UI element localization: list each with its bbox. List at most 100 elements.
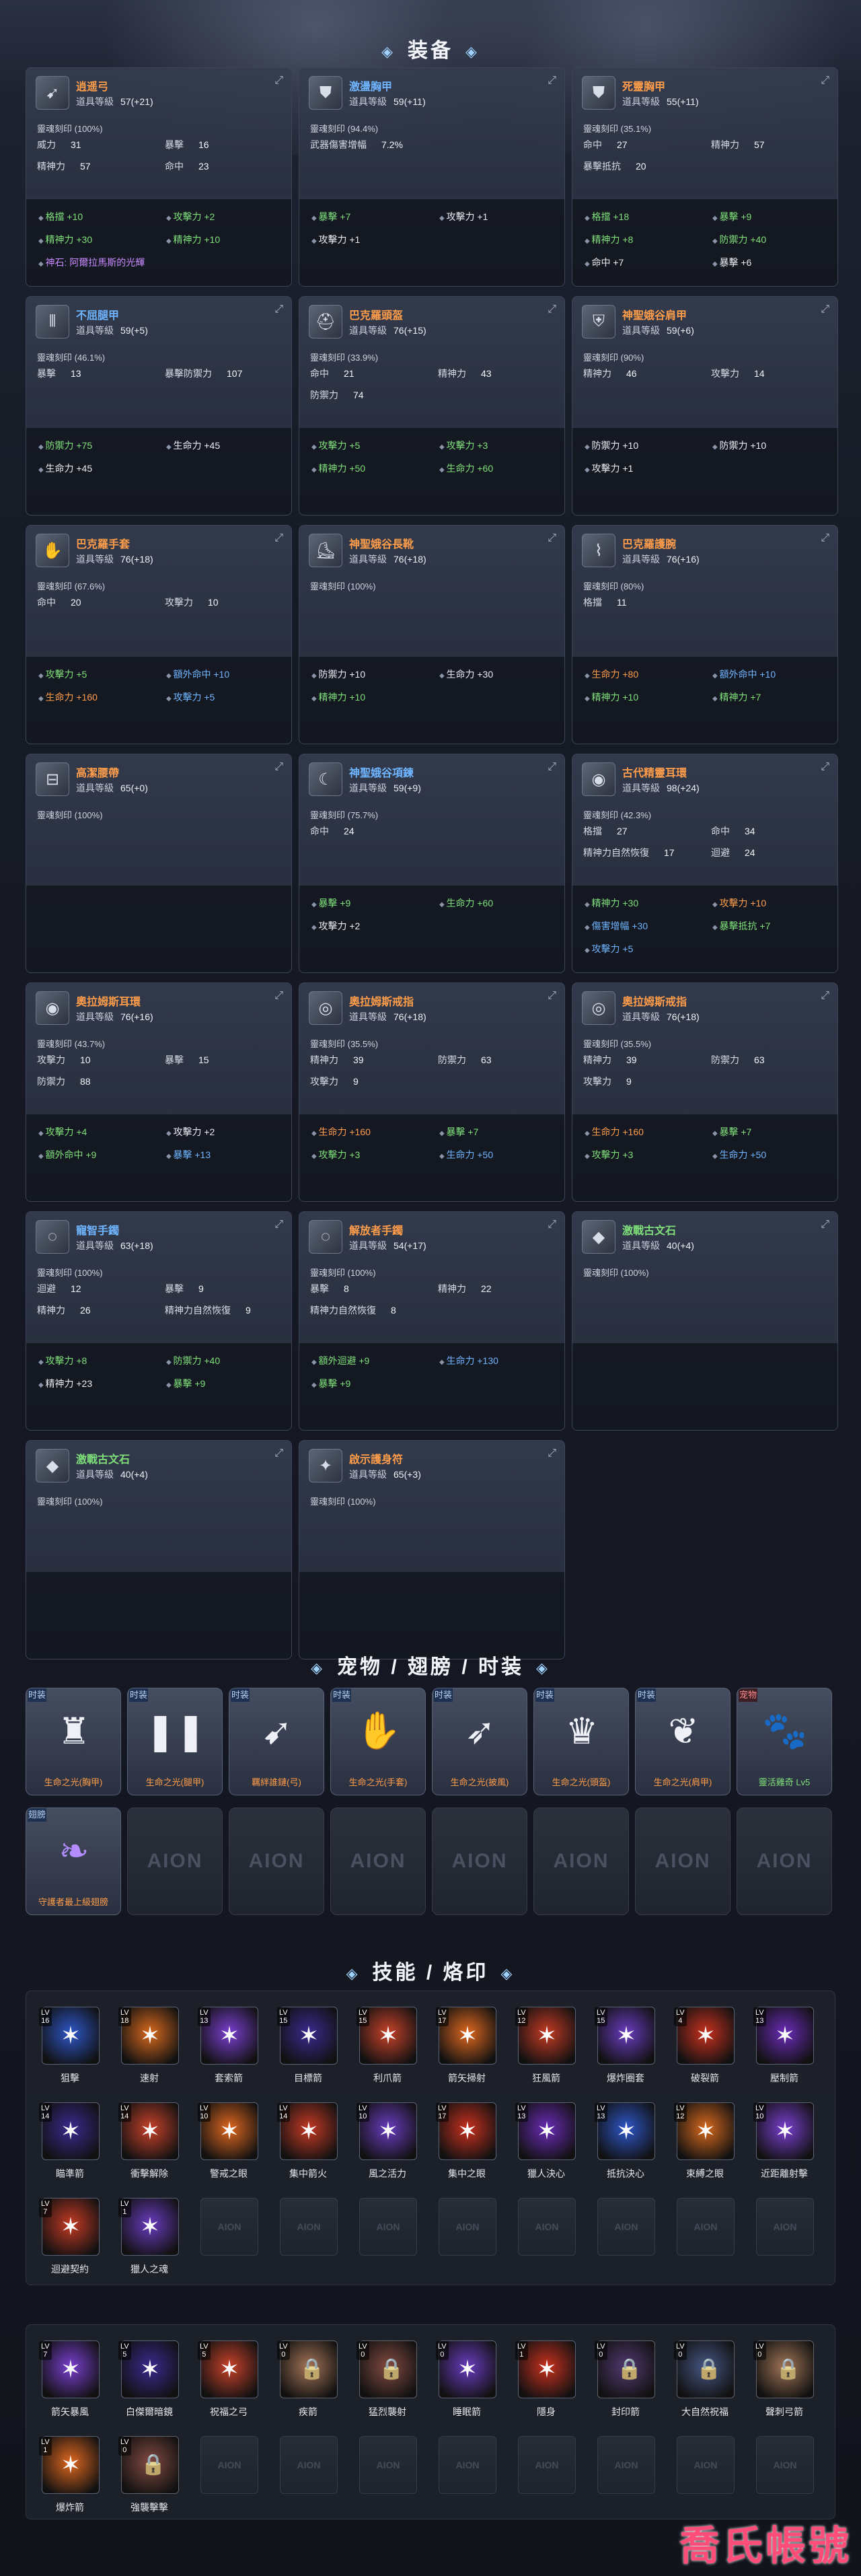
stat-value: 43 — [481, 368, 492, 379]
appearance-item[interactable]: ➹ 时装 羈絆誰鏈(弓) — [229, 1688, 324, 1795]
skill-slot[interactable]: ✶ LV 5 白傑爾暗鏡 — [117, 2340, 182, 2435]
appearance-item[interactable]: ♛ 时装 生命之光(頭盔) — [533, 1688, 629, 1795]
expand-icon[interactable]: ⤢ — [274, 1447, 283, 1460]
skill-slot[interactable]: ✶ LV 7 迴避契約 — [38, 2198, 102, 2292]
skill-slot[interactable]: ✶ LV 15 爆炸圈套 — [593, 2007, 658, 2101]
skill-slot[interactable]: ✶ LV 14 集中箭火 — [276, 2102, 340, 2196]
skill-slot[interactable]: ✶ LV 12 狂風箭 — [514, 2007, 578, 2101]
item-level-value: 59(+6) — [667, 325, 694, 336]
appearance-item[interactable]: ➶ 时装 生命之光(披風) — [432, 1688, 527, 1795]
skill-slot[interactable]: ✶ LV 10 風之活力 — [355, 2102, 420, 2196]
equipment-card[interactable]: ➹ 逍遥弓 道具等級 57(+21) ⤢ 靈魂刻印 (100%) 威力 31 暴擊 16 精神力 57… — [26, 67, 292, 287]
skill-level: LV 1 — [515, 2341, 528, 2360]
expand-icon[interactable]: ⤢ — [821, 990, 829, 1002]
skill-slot[interactable]: ✶ LV 13 獵人決心 — [514, 2102, 578, 2196]
skill-slot[interactable]: ✶ LV 13 套索箭 — [196, 2007, 261, 2101]
equipment-card[interactable]: ⛊ 激盪胸甲道具等級 59(+11) ⤢ 靈魂刻印 (94.4%) 武器傷害增幅 7.2% 暴… — [299, 67, 565, 287]
skill-slot[interactable]: ✶ LV 17 集中之眼 — [435, 2102, 499, 2196]
skill-slot[interactable]: ✶ LV 5 祝福之弓 — [196, 2340, 261, 2435]
expand-icon[interactable]: ⤢ — [548, 1219, 556, 1231]
skill-slot[interactable]: 🔒 LV 0 聲刺弓箭 — [752, 2340, 817, 2435]
equipment-card[interactable]: ◆ 激戰古文石 道具等級 40(+4) ⤢ 靈魂刻印 (100%) — [572, 1211, 838, 1431]
skill-slot[interactable]: ✶ LV 14 衝擊解除 — [117, 2102, 182, 2196]
bonus-stat: 額外迴避 +9 — [311, 1354, 439, 1367]
skill-slot[interactable]: ✶ LV 1 獵人之魂 — [117, 2198, 182, 2292]
skill-slot[interactable]: ✶ LV 10 近距離射擊 — [752, 2102, 817, 2196]
appearance-item[interactable]: ❦ 时装 生命之光(肩甲) — [635, 1688, 731, 1795]
stat-name: 命中 — [583, 139, 602, 150]
expand-icon[interactable]: ⤢ — [548, 303, 556, 316]
skill-slot[interactable]: ✶ LV 15 目標箭 — [276, 2007, 340, 2101]
equipment-card[interactable]: ⛑ 巴克羅頭盔 道具等級 76(+15) ⤢ 靈魂刻印 (33.9%) 命中 21 精神力 43 防… — [299, 296, 565, 515]
stat-name: 防禦力 — [438, 1054, 466, 1065]
lock-icon: 🔒 — [299, 2358, 325, 2380]
skill-slot[interactable]: ✶ LV 0 睡眠箭 — [435, 2340, 499, 2435]
appearance-item[interactable]: ♜ 时装 生命之光(胸甲) — [26, 1688, 121, 1795]
expand-icon[interactable]: ⤢ — [548, 532, 556, 544]
skill-slot[interactable]: ✶ LV 1 爆炸箭 — [38, 2436, 102, 2530]
expand-icon[interactable]: ⤢ — [548, 75, 556, 87]
expand-icon[interactable]: ⤢ — [274, 990, 283, 1002]
skill-slot[interactable]: ✶ LV 10 警戒之眼 — [196, 2102, 261, 2196]
expand-icon[interactable]: ⤢ — [274, 75, 283, 87]
skill-slot[interactable]: ✶ LV 4 破裂箭 — [673, 2007, 737, 2101]
skill-slot[interactable]: ✶ LV 18 速射 — [117, 2007, 182, 2101]
skill-slot[interactable]: ✶ LV 13 抵抗決心 — [593, 2102, 658, 2196]
skill-slot[interactable]: ✶ LV 17 箭矢掃射 — [435, 2007, 499, 2101]
stat-value: 34 — [745, 826, 755, 836]
expand-icon[interactable]: ⤢ — [274, 1219, 283, 1231]
skill-slot[interactable]: 🔒 LV 0 猛烈襲射 — [355, 2340, 420, 2435]
equipment-card[interactable]: ◎ 奧拉姆斯戒指 道具等級 76(+18) ⤢ 靈魂刻印 (35.5%) 精神力 39 防禦力 6… — [572, 982, 838, 1202]
skill-slot[interactable]: ✶ LV 1 隱身 — [514, 2340, 578, 2435]
skill-slot[interactable]: ✶ LV 16 狙擊 — [38, 2007, 102, 2101]
stat-item: 精神力 46 — [583, 367, 711, 380]
expand-icon[interactable]: ⤢ — [821, 532, 829, 544]
expand-icon[interactable]: ⤢ — [548, 990, 556, 1002]
stat-value: 31 — [71, 139, 81, 150]
equipment-card[interactable]: ◎ 奧拉姆斯戒指 道具等級 76(+18) ⤢ 靈魂刻印 (35.5%) 精神力 39 防禦力 6… — [299, 982, 565, 1202]
equipment-card[interactable]: ⊟ 高潔腰帶 道具等級 65(+0) ⤢ 靈魂刻印 (100%) — [26, 754, 292, 973]
equipment-card[interactable]: ⫴ 不屈腿甲 道具等級 59(+5) ⤢ 靈魂刻印 (46.1%) 暴擊 13 暴擊防禦力 107… — [26, 296, 292, 515]
equipment-card[interactable]: ⌇ 巴克羅護腕道具等級 76(+16) ⤢ 靈魂刻印 (80%) 格擋 11 生命力 +80額… — [572, 525, 838, 744]
equipment-card[interactable]: ✋巴克羅手套道具等級76(+18)⤢靈魂刻印 (67.6%)命中20攻擊力10攻… — [26, 525, 292, 744]
equipment-card[interactable]: ⛸ 神聖娥谷長靴道具等級 76(+18) ⤢ 靈魂刻印 (100%) 防禦力 +10生命力… — [299, 525, 565, 744]
skill-slot[interactable]: 🔒 LV 0 強襲擊擊 — [117, 2436, 182, 2530]
expand-icon[interactable]: ⤢ — [274, 532, 283, 544]
skill-slot[interactable]: ✶ LV 7 箭矢暴風 — [38, 2340, 102, 2435]
soul-imprint: 靈魂刻印 (43.7%) — [37, 1039, 106, 1049]
appearance-item[interactable]: 🐾 宠物 靈活雞奇 Lv5 — [737, 1688, 832, 1795]
item-level-value: 76(+15) — [394, 325, 426, 336]
equipment-card[interactable]: ◆ 激戰古文石 道具等級 40(+4) ⤢ 靈魂刻印 (100%) — [26, 1440, 292, 1659]
skill-slot[interactable]: ✶ LV 14 瞄準箭 — [38, 2102, 102, 2196]
stat-list: 武器傷害增幅 7.2% — [310, 138, 552, 151]
equipment-card[interactable]: ◉ 古代精靈耳環 道具等級 98(+24) ⤢ 靈魂刻印 (42.3%) 格擋 27 命中 34 精… — [572, 754, 838, 973]
skill-slot[interactable]: ✶ LV 12 束縛之眼 — [673, 2102, 737, 2196]
expand-icon[interactable]: ⤢ — [548, 1447, 556, 1460]
expand-icon[interactable]: ⤢ — [821, 75, 829, 87]
expand-icon[interactable]: ⤢ — [821, 303, 829, 316]
equipment-card[interactable]: ◉ 奧拉姆斯耳環 道具等級 76(+16) ⤢ 靈魂刻印 (43.7%) 攻擊力 10 暴擊 15… — [26, 982, 292, 1202]
equipment-card[interactable]: ⛨ 神聖娥谷肩甲道具等級 59(+6) ⤢ 靈魂刻印 (90%) 精神力 46 攻擊力 14 防禦… — [572, 296, 838, 515]
stat-item: 精神力 57 — [711, 138, 825, 151]
expand-icon[interactable]: ⤢ — [821, 761, 829, 773]
skill-slot[interactable]: ✶ LV 15 利爪箭 — [355, 2007, 420, 2101]
equipment-card[interactable]: ⛊ 死靈胸甲 道具等級 55(+11) ⤢ 靈魂刻印 (35.1%) 命中 27 精神力 57 暴擊… — [572, 67, 838, 287]
expand-icon[interactable]: ⤢ — [821, 1219, 829, 1231]
equipment-card[interactable]: ◌ 解放者手鐲 道具等級 54(+17) ⤢ 靈魂刻印 (100%) 暴擊 8 精神力 22 精神力… — [299, 1211, 565, 1431]
wing-item[interactable]: ❧ 翅膀 守護者最上級翅膀 — [26, 1808, 121, 1915]
expand-icon[interactable]: ⤢ — [274, 761, 283, 773]
equipment-card[interactable]: ☾ 神聖娥谷項鍊道具等級 59(+9) ⤢ 靈魂刻印 (75.7%) 命中 24 暴擊 +9生… — [299, 754, 565, 973]
empty-slot: AION — [737, 1808, 832, 1915]
skill-slot[interactable]: 🔒 LV 0 疾箭 — [276, 2340, 340, 2435]
bonus-stat: 生命力 +160 — [585, 1125, 712, 1139]
appearance-item[interactable]: ✋ 时装 生命之光(手套) — [330, 1688, 426, 1795]
skill-slot[interactable]: 🔒 LV 0 封印箭 — [593, 2340, 658, 2435]
item-level-value: 76(+18) — [120, 554, 153, 565]
equipment-card[interactable]: ✦ 啟示護身符 道具等級 65(+3) ⤢ 靈魂刻印 (100%) — [299, 1440, 565, 1659]
expand-icon[interactable]: ⤢ — [548, 761, 556, 773]
skill-slot[interactable]: 🔒 LV 0 大自然祝福 — [673, 2340, 737, 2435]
equipment-card[interactable]: ◌ 寵智手鐲 道具等級 63(+18) ⤢ 靈魂刻印 (100%) 迴避 12 暴擊 9 精神力 26… — [26, 1211, 292, 1431]
skill-slot[interactable]: ✶ LV 13 壓制箭 — [752, 2007, 817, 2101]
appearance-item[interactable]: ❚❚ 时装 生命之光(腿甲) — [127, 1688, 223, 1795]
expand-icon[interactable]: ⤢ — [274, 303, 283, 316]
